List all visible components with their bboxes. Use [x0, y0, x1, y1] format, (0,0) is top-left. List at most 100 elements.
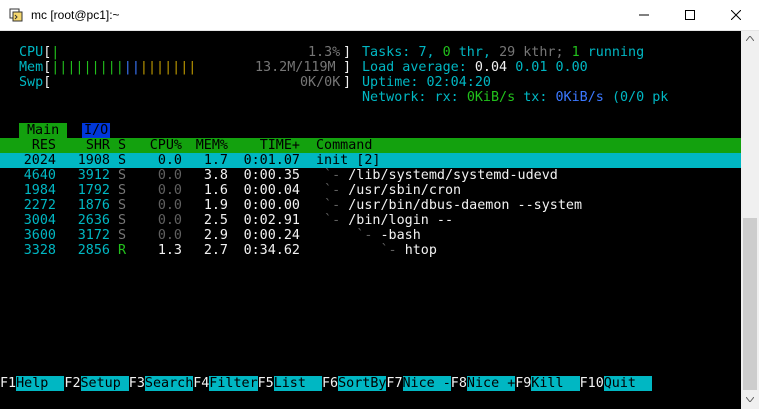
- process-row[interactable]: 3004 2636 S 0.0 2.5 0:02.91 `- /bin/login --: [0, 213, 741, 228]
- column-header-cpu[interactable]: CPU%: [140, 138, 182, 153]
- mem-meter: Mem[||||||||||||||||||: [19, 60, 197, 75]
- column-header-res[interactable]: RES: [10, 138, 56, 153]
- column-header-mem[interactable]: MEM%: [186, 138, 228, 153]
- time-cell: 0:01.07: [243, 153, 300, 168]
- window-titlebar: mc [root@pc1]:~: [0, 0, 759, 31]
- tree-branch: `-: [316, 168, 349, 183]
- window-title: mc [root@pc1]:~: [31, 8, 120, 22]
- fkey-number: F10: [579, 376, 604, 391]
- mem-value: 13.2M/119M: [255, 60, 336, 75]
- cpu-value: 1.3%: [308, 45, 341, 60]
- command-text: /bin/login --: [348, 213, 454, 228]
- load-average: Load average: 0.04 0.01 0.00: [362, 60, 588, 75]
- process-row[interactable]: 3328 2856 R 1.3 2.7 0:34.62 `- htop: [0, 243, 741, 258]
- fkey-number: F9: [515, 376, 532, 391]
- minimize-icon: [639, 14, 649, 16]
- fkey-setup-button[interactable]: Setup: [80, 376, 129, 391]
- res-cell: 2024: [23, 153, 56, 168]
- process-row[interactable]: 2272 1876 S 0.0 1.9 0:00.00 `- /usr/bin/dbus-…: [0, 198, 741, 213]
- cpu-bar: |: [51, 45, 60, 60]
- shr-cell: 3912: [77, 168, 110, 183]
- terminal-area[interactable]: CPU[| 1.3% ] Mem[|||||||||||||||||| 13.2…: [0, 31, 741, 409]
- column-header-state[interactable]: S: [118, 138, 126, 153]
- fkey-list-button[interactable]: List: [273, 376, 322, 391]
- vertical-scrollbar[interactable]: [741, 31, 759, 409]
- swp-value: 0K/0K: [300, 75, 341, 90]
- column-header-time[interactable]: TIME+: [236, 138, 300, 153]
- state-cell: S: [118, 228, 127, 243]
- process-row[interactable]: 2024 1908 S 0.0 1.7 0:01.07 init [2]: [0, 153, 741, 168]
- scrollbar-thumb[interactable]: [743, 218, 757, 390]
- scroll-up-icon[interactable]: [746, 36, 754, 41]
- tree-branch: `-: [316, 243, 405, 258]
- fkey-kill-button[interactable]: Kill: [531, 376, 580, 391]
- res-cell: 1984: [23, 183, 56, 198]
- command-cell: `- /usr/sbin/cron: [316, 183, 461, 198]
- fkey-nice-button[interactable]: Nice -: [402, 376, 451, 391]
- command-cell: `- /bin/login --: [316, 213, 453, 228]
- fkey-number: F6: [322, 376, 339, 391]
- scroll-down-icon[interactable]: [746, 397, 754, 402]
- cpu-cell: 0.0: [157, 198, 182, 213]
- cpu-cell: 0.0: [157, 153, 182, 168]
- res-cell: 2272: [23, 198, 56, 213]
- shr-cell: 2856: [77, 243, 110, 258]
- cpu-cell: 0.0: [157, 228, 182, 243]
- process-row[interactable]: 1984 1792 S 0.0 1.6 0:00.04 `- /usr/sbin/cron: [0, 183, 741, 198]
- uptime: Uptime: 02:04:20: [362, 75, 491, 90]
- fkey-nice-button[interactable]: Nice +: [466, 376, 515, 391]
- tree-branch: `-: [316, 213, 349, 228]
- state-cell: S: [118, 168, 127, 183]
- shr-cell: 2636: [77, 213, 110, 228]
- cpu-meter: CPU[|: [19, 45, 60, 60]
- fkey-search-button[interactable]: Search: [144, 376, 193, 391]
- maximize-icon: [685, 10, 695, 20]
- time-cell: 0:02.91: [243, 213, 300, 228]
- command-text: -bash: [380, 228, 421, 243]
- minimize-button[interactable]: [621, 0, 667, 31]
- fkey-number: F2: [64, 376, 81, 391]
- state-cell: S: [118, 153, 127, 168]
- column-header-shr[interactable]: SHR: [64, 138, 110, 153]
- tree-branch: `-: [316, 183, 349, 198]
- command-text: htop: [404, 243, 437, 258]
- shr-cell: 1792: [77, 183, 110, 198]
- swp-label: Swp: [19, 75, 44, 90]
- tab-io[interactable]: I/O: [82, 123, 111, 138]
- network: Network: rx: 0KiB/s tx: 0KiB/s (0/0 pk: [362, 90, 669, 105]
- res-cell: 3600: [23, 228, 56, 243]
- maximize-button[interactable]: [667, 0, 713, 31]
- mem-bar: ||||||||||||||||||: [51, 60, 197, 75]
- function-key-bar: F1 Help F2 Setup F3 Search F4 Filter F5 List F6…: [0, 376, 741, 391]
- time-cell: 0:00.24: [243, 228, 300, 243]
- mem-cell: 1.6: [203, 183, 228, 198]
- state-cell: S: [118, 198, 127, 213]
- cpu-cell: 0.0: [157, 183, 182, 198]
- command-text: init [2]: [316, 153, 381, 168]
- time-cell: 0:34.62: [243, 243, 300, 258]
- column-header-command[interactable]: Command: [316, 138, 372, 153]
- shr-cell: 3172: [77, 228, 110, 243]
- fkey-number: F5: [257, 376, 274, 391]
- mem-cell: 3.8: [203, 168, 228, 183]
- column-header-bar: RES SHR S CPU% MEM% TIME+ Command: [0, 138, 741, 153]
- process-row[interactable]: 3600 3172 S 0.0 2.9 0:00.24 `- -bash: [0, 228, 741, 243]
- process-row[interactable]: 4640 3912 S 0.0 3.8 0:00.35 `- /lib/systemd/s…: [0, 168, 741, 183]
- fkey-quit-button[interactable]: Quit: [603, 376, 653, 391]
- command-cell: `- htop: [316, 243, 437, 258]
- tab-main[interactable]: Main: [19, 123, 68, 138]
- close-icon: [731, 10, 741, 20]
- mem-label: Mem: [19, 60, 44, 75]
- fkey-number: F8: [450, 376, 467, 391]
- fkey-help-button[interactable]: Help: [16, 376, 65, 391]
- cpu-label: CPU: [19, 45, 44, 60]
- state-cell: R: [118, 243, 127, 258]
- fkey-sortby-button[interactable]: SortBy: [338, 376, 386, 391]
- fkey-number: F4: [193, 376, 210, 391]
- fkey-filter-button[interactable]: Filter: [209, 376, 258, 391]
- fkey-number: F3: [128, 376, 145, 391]
- command-cell: init [2]: [316, 153, 381, 168]
- time-cell: 0:00.35: [243, 168, 300, 183]
- close-button[interactable]: [713, 0, 759, 31]
- command-cell: `- /lib/systemd/systemd-udevd: [316, 168, 558, 183]
